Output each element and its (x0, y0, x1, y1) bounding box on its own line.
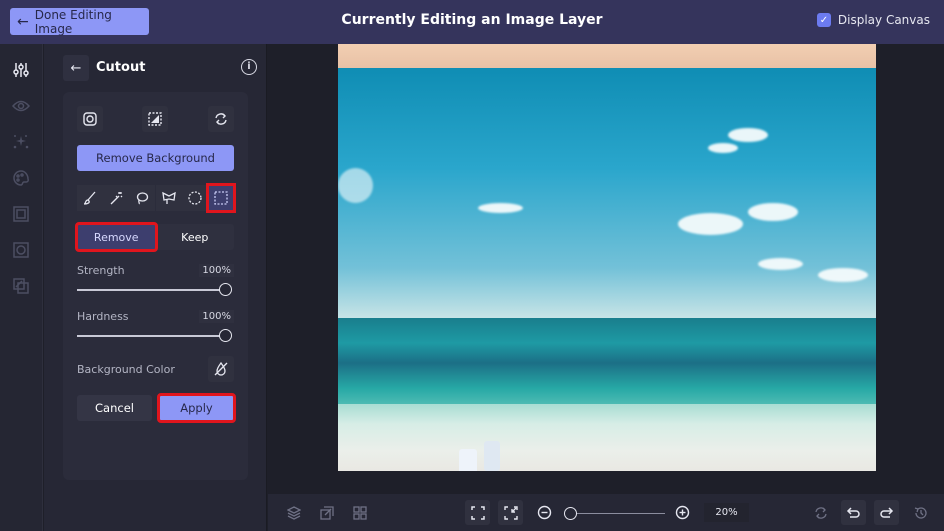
image-layer[interactable] (338, 44, 876, 471)
mode-toggle: Remove Keep (75, 222, 235, 252)
layers-overlay-icon[interactable] (11, 276, 31, 296)
layers-icon[interactable] (281, 500, 306, 525)
duplicate-icon[interactable] (314, 500, 339, 525)
no-color-icon[interactable] (208, 356, 234, 382)
display-canvas-checkbox[interactable]: ✓ (816, 13, 831, 27)
arrow-left-icon: ← (17, 13, 29, 30)
done-editing-image-button[interactable]: ← Done Editing Image (10, 7, 149, 36)
shrink-icon[interactable] (498, 500, 523, 525)
panel-header: ← Cutout i (63, 55, 257, 81)
done-editing-label: Done Editing Image (34, 7, 112, 36)
brush-icon[interactable] (77, 185, 103, 211)
panel-back-button[interactable]: ← (63, 55, 89, 81)
image-sea (338, 318, 876, 418)
fit-screen-icon[interactable] (465, 500, 490, 525)
strength-label: Strength (77, 264, 125, 277)
grid-icon[interactable] (347, 500, 372, 525)
redo-icon[interactable] (874, 500, 899, 525)
zoom-value[interactable]: 20% (704, 503, 749, 522)
cutout-card: Remove Background Remove Keep Strength 1… (63, 92, 248, 480)
eye-icon[interactable] (11, 96, 31, 116)
hardness-slider-thumb[interactable] (219, 329, 232, 342)
info-icon[interactable]: i (241, 59, 257, 75)
history-icon[interactable] (908, 500, 933, 525)
palette-icon[interactable] (11, 168, 31, 188)
background-color-label: Background Color (77, 363, 175, 376)
hardness-label: Hardness (77, 310, 129, 323)
image-beach (338, 404, 876, 471)
refresh-icon[interactable] (208, 106, 234, 132)
apply-button[interactable]: Apply (157, 393, 236, 423)
image-top-strip (338, 44, 876, 68)
arrow-left-icon: ← (70, 60, 82, 76)
focus-icon[interactable] (11, 240, 31, 260)
remove-background-button[interactable]: Remove Background (77, 145, 234, 171)
panel-title: Cutout (96, 60, 146, 75)
image-sky (338, 68, 876, 318)
hardness-value[interactable]: 100% (199, 310, 234, 323)
mode-remove[interactable]: Remove (75, 222, 158, 252)
canvas-area (268, 44, 944, 494)
lasso-icon[interactable] (129, 185, 156, 211)
erase-background-icon[interactable] (142, 106, 168, 132)
polygon-lasso-icon[interactable] (155, 185, 182, 211)
sparkles-icon[interactable] (11, 132, 31, 152)
bottom-toolbar: 20% (268, 494, 944, 531)
top-bar: ← Done Editing Image Currently Editing a… (0, 0, 944, 44)
instagram-icon[interactable] (77, 106, 103, 132)
sliders-icon[interactable] (11, 60, 31, 80)
magic-wand-icon[interactable] (103, 185, 130, 211)
frame-icon[interactable] (11, 204, 31, 224)
cutout-panel: ← Cutout i Remove Background Remove Keep… (44, 44, 267, 531)
reset-icon[interactable] (808, 500, 833, 525)
display-canvas-label: Display Canvas (837, 13, 930, 27)
selection-tools (77, 183, 236, 213)
strength-slider-track[interactable] (77, 289, 227, 291)
zoom-slider-thumb[interactable] (564, 507, 577, 520)
cancel-button[interactable]: Cancel (77, 395, 152, 421)
undo-icon[interactable] (841, 500, 866, 525)
mode-keep[interactable]: Keep (156, 224, 235, 250)
zoom-out-icon[interactable] (532, 500, 557, 525)
hardness-slider-track[interactable] (77, 335, 227, 337)
rect-select-icon[interactable] (205, 183, 236, 213)
display-canvas-toggle[interactable]: ✓ Display Canvas (816, 13, 930, 27)
strength-slider-thumb[interactable] (219, 283, 232, 296)
ellipse-select-icon[interactable] (181, 185, 208, 211)
strength-value[interactable]: 100% (199, 264, 234, 277)
left-rail (0, 44, 43, 531)
zoom-in-icon[interactable] (670, 500, 695, 525)
zoom-slider-track[interactable] (570, 513, 665, 514)
